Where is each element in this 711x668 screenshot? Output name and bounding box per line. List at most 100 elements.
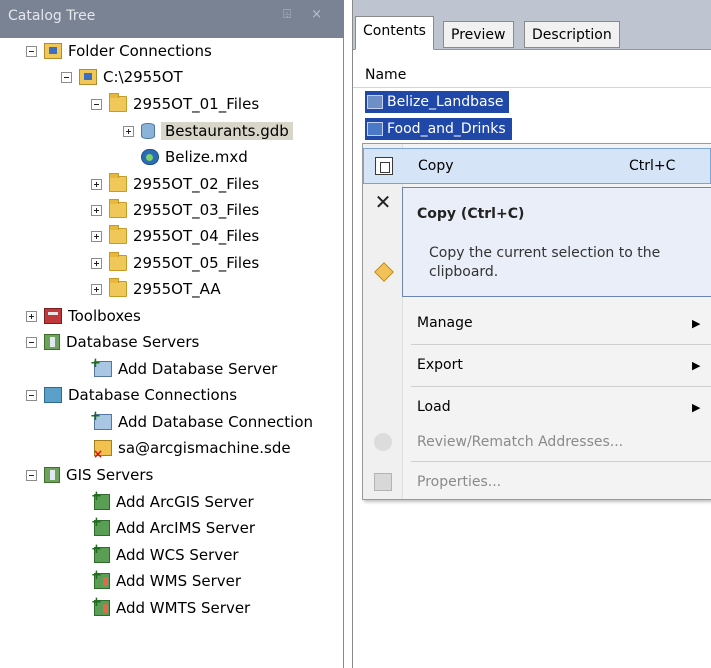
tree-item-map-document[interactable]: Belize.mxd [123, 144, 248, 170]
menu-item-export[interactable]: Export ▶ [363, 347, 711, 383]
folder-icon [109, 252, 127, 271]
list-item-label: Food_and_Drinks [387, 121, 506, 137]
tree-item-label: GIS Servers [66, 466, 154, 484]
tree-item-gis-servers[interactable]: GIS Servers [26, 462, 153, 488]
add-arcims-server-icon [91, 515, 110, 536]
name-column-header[interactable]: Name [353, 64, 711, 88]
tree-item-label: Toolboxes [68, 307, 141, 325]
expand-icon[interactable] [91, 257, 102, 269]
tree-item-label: Add Database Server [118, 360, 278, 378]
expand-icon[interactable] [91, 283, 102, 295]
map-document-icon [141, 149, 159, 165]
submenu-arrow-icon: ▶ [692, 358, 701, 372]
collapse-icon[interactable] [26, 336, 37, 348]
tree-item-label: 2955OT_03_Files [133, 201, 260, 219]
menu-item-review-rematch[interactable]: Review/Rematch Addresses... [363, 424, 711, 460]
tree-item-database-servers[interactable]: Database Servers [26, 329, 199, 355]
collapse-icon[interactable] [61, 71, 72, 83]
menu-item-load[interactable]: Load ▶ [363, 389, 711, 425]
tree-item-add-wcs-server[interactable]: Add WCS Server [76, 542, 239, 568]
tree-item-folder[interactable]: 2955OT_03_Files [91, 197, 259, 223]
database-servers-icon [44, 334, 60, 350]
tree-item-label: Add ArcIMS Server [116, 519, 255, 537]
tree-item-label: Add WCS Server [116, 546, 239, 564]
list-item-food-and-drinks[interactable]: Food_and_Drinks [365, 118, 512, 140]
add-database-server-icon [90, 356, 112, 377]
menu-item-label: Load [417, 399, 451, 415]
tree-item-folder[interactable]: 2955OT_AA [91, 276, 221, 302]
catalog-tree-title-bar: Catalog Tree ⌹ × [0, 0, 344, 38]
tree-item-folder[interactable]: 2955OT_01_Files [91, 91, 259, 117]
list-item-belize-landbase[interactable]: Belize_Landbase [365, 91, 510, 113]
tree-item-add-wms-server[interactable]: Add WMS Server [76, 568, 241, 594]
raster-dataset-icon [367, 95, 383, 109]
folder-icon [109, 199, 127, 218]
tree-item-label: Database Connections [68, 386, 238, 404]
folder-icon [109, 225, 127, 244]
pin-close-icons[interactable]: ⌹ × [283, 7, 330, 22]
tree-item-folder[interactable]: 2955OT_02_Files [91, 171, 259, 197]
tree-item-add-database-connection[interactable]: Add Database Connection [76, 409, 313, 435]
tree-item-sde-connection[interactable]: sa@arcgismachine.sde [76, 435, 291, 461]
tree-item-label: 2955OT_01_Files [133, 95, 260, 113]
tree-item-toolboxes[interactable]: Toolboxes [26, 303, 141, 329]
tree-item-label: 2955OT_02_Files [133, 175, 260, 193]
tree-item-label: 2955OT_05_Files [133, 254, 260, 272]
database-connections-icon [44, 387, 62, 403]
add-database-connection-icon [90, 409, 112, 430]
tab-contents[interactable]: Contents [355, 16, 434, 50]
tab-description[interactable]: Description [524, 21, 620, 48]
menu-item-label: Manage [417, 315, 473, 331]
tree-item-folder[interactable]: 2955OT_04_Files [91, 223, 259, 249]
menu-item-label: Export [417, 357, 463, 373]
tree-item-folder-connection[interactable]: C:\2955OT [61, 64, 183, 90]
expand-icon[interactable] [26, 310, 37, 322]
tree-item-folder[interactable]: 2955OT_05_Files [91, 250, 259, 276]
menu-separator [411, 461, 711, 462]
collapse-icon[interactable] [26, 469, 37, 481]
tab-preview[interactable]: Preview [443, 21, 514, 48]
collapse-icon[interactable] [26, 389, 37, 401]
gis-servers-icon [44, 467, 60, 483]
tree-item-label: Add ArcGIS Server [116, 493, 254, 511]
tree-item-add-wmts-server[interactable]: Add WMTS Server [76, 595, 250, 621]
review-rematch-icon [374, 433, 392, 451]
list-item-label: Belize_Landbase [387, 94, 504, 110]
tooltip-title: Copy (Ctrl+C) [417, 206, 525, 222]
folder-connection-icon [79, 69, 97, 85]
collapse-icon[interactable] [26, 45, 37, 57]
folder-icon [109, 278, 127, 297]
menu-item-copy[interactable]: Copy Ctrl+C [363, 148, 711, 184]
expand-icon[interactable] [91, 178, 102, 190]
geodatabase-icon [141, 123, 155, 139]
sde-connection-icon [93, 440, 112, 461]
tooltip-body: Copy the current selection to the clipbo… [429, 245, 661, 280]
tree-item-label: 2955OT_AA [133, 280, 221, 298]
tree-item-label: C:\2955OT [103, 68, 183, 86]
tree-item-add-arcims-server[interactable]: Add ArcIMS Server [76, 515, 255, 541]
rename-icon [374, 262, 394, 282]
point-feature-class-icon [367, 122, 383, 136]
tree-item-label: 2955OT_04_Files [133, 227, 260, 245]
tree-item-add-arcgis-server[interactable]: Add ArcGIS Server [76, 489, 254, 515]
copy-tooltip: Copy (Ctrl+C) Copy the current selection… [402, 187, 711, 297]
expand-icon[interactable] [91, 204, 102, 216]
submenu-arrow-icon: ▶ [692, 316, 701, 330]
tree-item-label: Folder Connections [68, 42, 212, 60]
expand-icon[interactable] [123, 125, 134, 137]
tree-item-add-database-server[interactable]: Add Database Server [76, 356, 277, 382]
tree-item-folder-connections[interactable]: Folder Connections [26, 38, 212, 64]
tree-item-label: Add WMS Server [116, 572, 242, 590]
collapse-icon[interactable] [91, 98, 102, 110]
tree-item-database-connections[interactable]: Database Connections [26, 382, 237, 408]
menu-item-label: Copy [418, 158, 454, 174]
expand-icon[interactable] [91, 230, 102, 242]
menu-item-properties[interactable]: Properties... [363, 464, 711, 500]
tree-item-label: Bestaurants.gdb [161, 122, 293, 140]
menu-item-manage[interactable]: Manage ▶ [363, 305, 711, 341]
menu-item-label: Properties... [417, 474, 502, 490]
toolbox-icon [44, 308, 62, 324]
tree-item-geodatabase[interactable]: Bestaurants.gdb [123, 118, 293, 144]
tree-item-label: Database Servers [66, 333, 200, 351]
tree-item-label: Add WMTS Server [116, 599, 251, 617]
